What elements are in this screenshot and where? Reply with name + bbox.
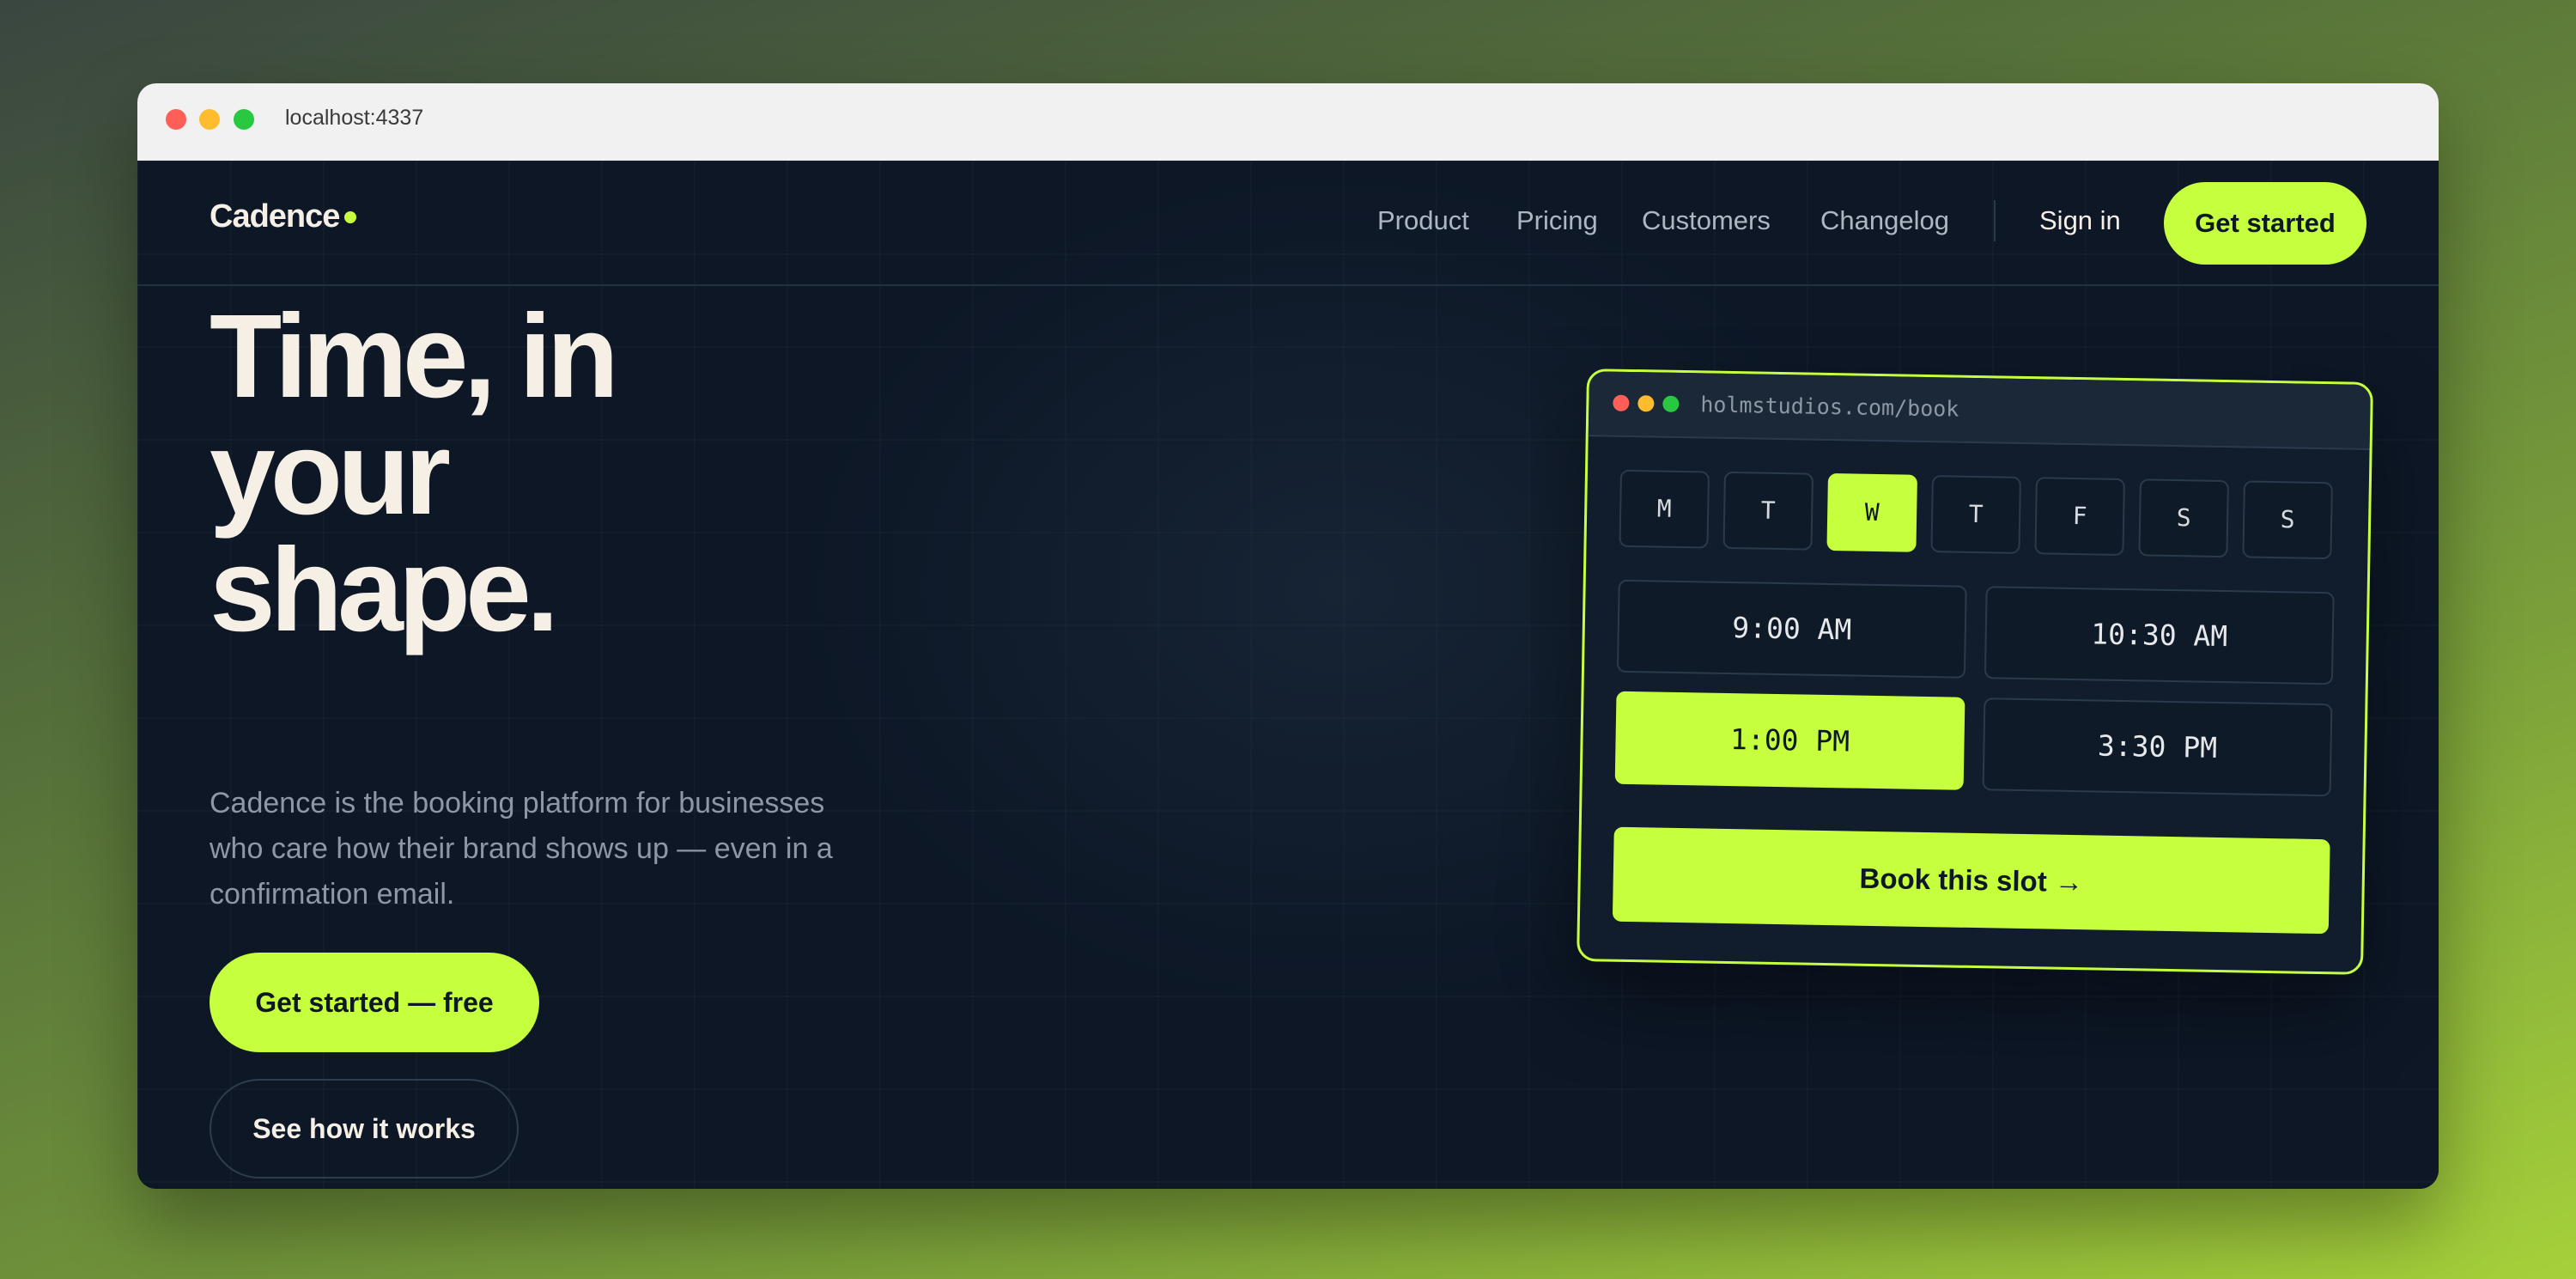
day-tuesday[interactable]: T <box>1722 471 1814 551</box>
card-green-dot-icon <box>1662 395 1680 412</box>
booking-card: holmstudios.com/book M T W T F S S 9:00 … <box>1577 368 2373 975</box>
day-saturday[interactable]: S <box>2138 478 2229 558</box>
card-url: holmstudios.com/book <box>1700 392 1959 422</box>
headline-line-2: your <box>210 407 451 539</box>
card-yellow-dot-icon <box>1637 395 1655 412</box>
minimize-window-button[interactable] <box>199 109 220 130</box>
browser-window: localhost:4337 Cadence Product Pricing C… <box>137 83 2439 1189</box>
day-thursday[interactable]: T <box>1930 475 2021 554</box>
logo-dot-icon <box>344 211 357 223</box>
logo-text: Cadence <box>210 198 340 234</box>
nav-link-changelog[interactable]: Changelog <box>1820 205 1949 236</box>
landing-page: Cadence Product Pricing Customers Change… <box>137 161 2439 1189</box>
day-monday[interactable]: M <box>1619 469 1710 549</box>
browser-chrome: localhost:4337 <box>137 83 2439 161</box>
card-red-dot-icon <box>1613 394 1630 411</box>
top-nav: Cadence Product Pricing Customers Change… <box>137 161 2439 286</box>
logo[interactable]: Cadence <box>210 198 357 235</box>
time-slot[interactable]: 10:30 AM <box>1984 586 2335 685</box>
nav-link-product[interactable]: Product <box>1377 205 1469 236</box>
get-started-button[interactable]: Get started <box>2164 182 2366 265</box>
time-slot-selected[interactable]: 1:00 PM <box>1614 691 1965 790</box>
headline-line-3: shape. <box>210 524 559 656</box>
day-sunday[interactable]: S <box>2242 480 2333 560</box>
nav-link-customers[interactable]: Customers <box>1642 205 1771 236</box>
get-started-free-button[interactable]: Get started — free <box>210 953 539 1052</box>
maximize-window-button[interactable] <box>234 109 254 130</box>
sign-in-link[interactable]: Sign in <box>2039 205 2121 236</box>
nav-link-pricing[interactable]: Pricing <box>1516 205 1598 236</box>
address-bar[interactable]: localhost:4337 <box>285 106 423 131</box>
hero-headline: Time, in your shape. <box>210 290 982 656</box>
day-wednesday[interactable]: W <box>1826 472 1917 552</box>
hero-subtitle: Cadence is the booking platform for busi… <box>210 787 833 911</box>
book-slot-button[interactable]: Book this slot → <box>1612 826 2330 935</box>
day-friday[interactable]: F <box>2034 477 2125 557</box>
headline-line-1: Time, in <box>210 290 619 423</box>
time-slot[interactable]: 3:30 PM <box>1982 697 2333 797</box>
time-slot[interactable]: 9:00 AM <box>1616 579 1967 679</box>
nav-divider <box>1994 200 1996 241</box>
see-how-it-works-button[interactable]: See how it works <box>210 1079 519 1179</box>
close-window-button[interactable] <box>166 109 186 130</box>
card-browser-bar: holmstudios.com/book <box>1588 371 2371 450</box>
